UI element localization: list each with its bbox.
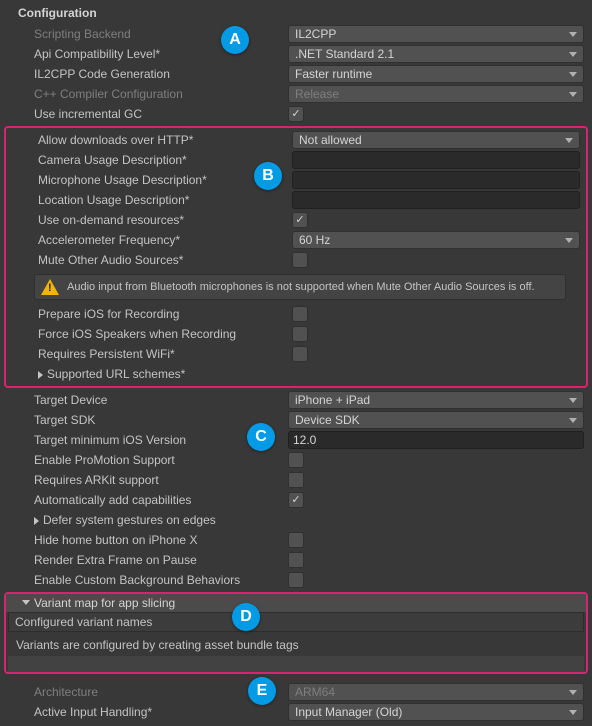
section-header: Configuration [2, 4, 590, 24]
checkbox-hide-home[interactable] [288, 532, 304, 548]
label-extra-frame: Render Extra Frame on Pause [6, 553, 288, 567]
label-allow-http: Allow downloads over HTTP* [10, 133, 292, 147]
foldout-url-schemes[interactable]: Supported URL schemes* [10, 367, 292, 381]
chevron-down-icon [569, 398, 577, 403]
chevron-down-icon [565, 138, 573, 143]
variant-empty-bar [8, 656, 584, 672]
checkbox-prepare-rec[interactable] [292, 306, 308, 322]
checkbox-mute-other[interactable] [292, 252, 308, 268]
variant-message: Variants are configured by creating asse… [6, 632, 586, 654]
input-loc-desc[interactable] [292, 191, 580, 209]
badge-e: E [248, 677, 276, 705]
foldout-open-icon [22, 600, 30, 605]
label-loc-desc: Location Usage Description* [10, 193, 292, 207]
chevron-down-icon [569, 418, 577, 423]
checkbox-extra-frame[interactable] [288, 552, 304, 568]
label-target-device: Target Device [6, 393, 288, 407]
dropdown-target-device[interactable]: iPhone + iPad [288, 391, 584, 409]
dropdown-target-sdk[interactable]: Device SDK [288, 411, 584, 429]
label-force-speakers: Force iOS Speakers when Recording [10, 327, 292, 341]
label-min-ios: Target minimum iOS Version [6, 433, 288, 447]
badge-d: D [232, 603, 260, 631]
foldout-icon [38, 371, 43, 379]
label-custom-bg: Enable Custom Background Behaviors [6, 573, 288, 587]
warning-text: Audio input from Bluetooth microphones i… [67, 281, 535, 293]
checkbox-force-speakers[interactable] [292, 326, 308, 342]
badge-a: A [221, 26, 249, 54]
input-camera-desc[interactable] [292, 151, 580, 169]
label-hide-home: Hide home button on iPhone X [6, 533, 288, 547]
badge-b: B [254, 162, 282, 190]
section-b-box: Allow downloads over HTTP* Not allowed C… [4, 126, 588, 388]
variant-configured-names: Configured variant names [8, 612, 584, 632]
label-input-handling: Active Input Handling* [6, 705, 288, 719]
label-camera-desc: Camera Usage Description* [10, 153, 292, 167]
badge-c: C [247, 423, 275, 451]
section-d-box: Variant map for app slicing Configured v… [4, 592, 588, 674]
chevron-down-icon [569, 52, 577, 57]
foldout-variant-map[interactable]: Variant map for app slicing [6, 594, 586, 612]
dropdown-il2cpp-gen[interactable]: Faster runtime [288, 65, 584, 83]
label-prepare-rec: Prepare iOS for Recording [10, 307, 292, 321]
chevron-down-icon [569, 72, 577, 77]
checkbox-incremental-gc[interactable] [288, 106, 304, 122]
checkbox-auto-cap[interactable] [288, 492, 304, 508]
label-target-sdk: Target SDK [6, 413, 288, 427]
label-mic-desc: Microphone Usage Description* [10, 173, 292, 187]
label-api-compat: Api Compatibility Level* [6, 47, 288, 61]
chevron-down-icon [569, 690, 577, 695]
label-architecture: Architecture [6, 685, 288, 699]
dropdown-api-compat[interactable]: .NET Standard 2.1 [288, 45, 584, 63]
label-mute-other: Mute Other Audio Sources* [10, 253, 292, 267]
input-min-ios[interactable] [288, 431, 584, 449]
label-il2cpp-gen: IL2CPP Code Generation [6, 67, 288, 81]
dropdown-scripting-backend[interactable]: IL2CPP [288, 25, 584, 43]
warning-icon [41, 279, 59, 295]
input-mic-desc[interactable] [292, 171, 580, 189]
dropdown-accel-freq[interactable]: 60 Hz [292, 231, 580, 249]
checkbox-promotion[interactable] [288, 452, 304, 468]
label-auto-cap: Automatically add capabilities [6, 493, 288, 507]
dropdown-input-handling[interactable]: Input Manager (Old) [288, 703, 584, 721]
chevron-down-icon [565, 238, 573, 243]
foldout-icon [34, 517, 39, 525]
label-on-demand: Use on-demand resources* [10, 213, 292, 227]
label-arkit: Requires ARKit support [6, 473, 288, 487]
warning-box: Audio input from Bluetooth microphones i… [34, 274, 566, 300]
dropdown-architecture[interactable]: ARM64 [288, 683, 584, 701]
checkbox-arkit[interactable] [288, 472, 304, 488]
label-incremental-gc: Use incremental GC [6, 107, 288, 121]
chevron-down-icon [569, 32, 577, 37]
label-persist-wifi: Requires Persistent WiFi* [10, 347, 292, 361]
dropdown-cpp-compiler[interactable]: Release [288, 85, 584, 103]
checkbox-custom-bg[interactable] [288, 572, 304, 588]
foldout-defer-gestures[interactable]: Defer system gestures on edges [6, 513, 288, 527]
chevron-down-icon [569, 710, 577, 715]
label-cpp-compiler: C++ Compiler Configuration [6, 87, 288, 101]
label-accel-freq: Accelerometer Frequency* [10, 233, 292, 247]
checkbox-persist-wifi[interactable] [292, 346, 308, 362]
checkbox-on-demand[interactable] [292, 212, 308, 228]
dropdown-allow-http[interactable]: Not allowed [292, 131, 580, 149]
label-promotion: Enable ProMotion Support [6, 453, 288, 467]
chevron-down-icon [569, 92, 577, 97]
